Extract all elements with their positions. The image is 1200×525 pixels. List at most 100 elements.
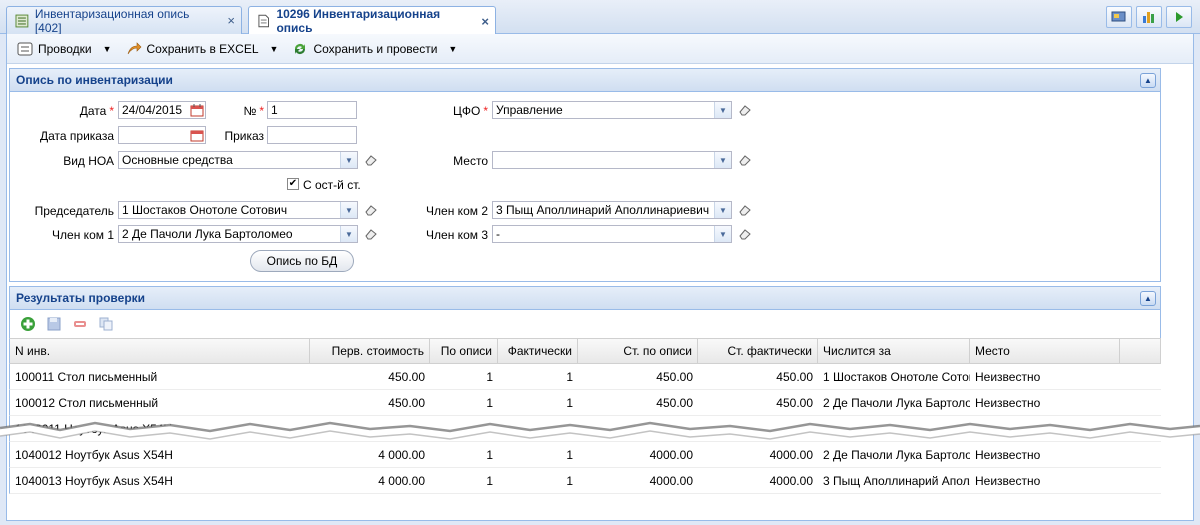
delete-icon[interactable] bbox=[72, 316, 88, 332]
tab-inventory-document[interactable]: 10296 Инвентаризационная опись × bbox=[248, 6, 496, 35]
member3-label: Член ком 3 bbox=[426, 228, 488, 242]
table-row[interactable]: 100012 Стол письменный 450.00 1 1 450.00 450.… bbox=[9, 390, 1161, 416]
date-label: Дата * bbox=[79, 104, 114, 118]
table-cell: 1040013 Ноутбук Asus X54H bbox=[15, 473, 173, 488]
date-field[interactable]: 24/04/2015 bbox=[118, 101, 206, 119]
col-assigned-to[interactable]: Числится за bbox=[818, 339, 970, 363]
list-icon bbox=[15, 14, 29, 27]
postings-label: Проводки bbox=[38, 41, 92, 56]
opis-by-db-button[interactable]: Опись по БД bbox=[250, 250, 354, 272]
table-row[interactable]: 1040013 Ноутбук Asus X54H 4 000.00 1 1 4000.… bbox=[9, 468, 1161, 494]
noa-label: Вид НОА bbox=[63, 154, 114, 168]
table-cell: 1 bbox=[486, 473, 493, 488]
eraser-icon[interactable] bbox=[364, 204, 378, 216]
col-actual[interactable]: Фактически bbox=[498, 339, 578, 363]
save-post-label: Сохранить и провести bbox=[313, 41, 438, 56]
eraser-icon[interactable] bbox=[738, 154, 752, 166]
close-icon[interactable]: × bbox=[227, 13, 235, 28]
col-cost-by-list[interactable]: Ст. по описи bbox=[578, 339, 698, 363]
chairman-combo[interactable]: 1 Шостаков Онотоле Сотович ▼ bbox=[118, 201, 358, 219]
chevron-down-icon[interactable]: ▼ bbox=[270, 44, 279, 54]
copy-icon[interactable] bbox=[98, 316, 114, 332]
table-cell: 1 Шостаков Онотоле Сотович bbox=[823, 369, 970, 384]
window-tools bbox=[1106, 6, 1192, 28]
save-excel-label: Сохранить в EXCEL bbox=[146, 41, 259, 56]
order-date-field[interactable] bbox=[118, 126, 206, 144]
table-cell: 1 bbox=[566, 395, 573, 410]
chevron-down-icon[interactable]: ▼ bbox=[103, 44, 112, 54]
number-field[interactable]: 1 bbox=[267, 101, 357, 119]
section-title: Опись по инвентаризации bbox=[16, 73, 173, 87]
table-cell: 1 bbox=[566, 369, 573, 384]
eraser-icon[interactable] bbox=[364, 228, 378, 240]
tab-label: 10296 Инвентаризационная опись bbox=[276, 7, 441, 35]
collapse-icon[interactable]: ▲ bbox=[1140, 291, 1156, 306]
postings-button[interactable]: Проводки ▼ bbox=[13, 39, 116, 59]
bar-chart-icon bbox=[1143, 12, 1154, 23]
section-header: Опись по инвентаризации ▲ bbox=[9, 68, 1161, 92]
with-balance-label: С ост-й ст. bbox=[303, 178, 361, 192]
export-arrow-icon bbox=[127, 41, 141, 54]
eraser-icon[interactable] bbox=[738, 228, 752, 240]
chevron-down-icon[interactable]: ▼ bbox=[714, 226, 731, 242]
table-cell: 3 Пыщ Аполлинарий Аполлинариевич bbox=[823, 473, 970, 488]
table-cell: 450.00 bbox=[776, 395, 813, 410]
save-post-button[interactable]: Сохранить и провести ▼ bbox=[288, 39, 461, 59]
report-button[interactable] bbox=[1136, 6, 1162, 28]
calendar-icon[interactable] bbox=[188, 102, 205, 118]
table-cell: 2 Де Пачоли Лука Бартоломео bbox=[823, 395, 970, 410]
save-icon[interactable] bbox=[46, 316, 62, 332]
collapse-icon[interactable]: ▲ bbox=[1140, 73, 1156, 88]
place-combo[interactable]: ▼ bbox=[492, 151, 732, 169]
chevron-down-icon[interactable]: ▼ bbox=[714, 152, 731, 168]
form-area: Дата * 24/04/2015 № * 1 ЦФО * Управление ▼ … bbox=[9, 92, 1161, 282]
table-cell: 100011 Стол письменный bbox=[15, 369, 158, 384]
col-cost-actual[interactable]: Ст. фактически bbox=[698, 339, 818, 363]
order-field[interactable] bbox=[267, 126, 357, 144]
noa-combo[interactable]: Основные средства ▼ bbox=[118, 151, 358, 169]
table-cell: 4000.00 bbox=[649, 473, 693, 488]
table-cell: 1 bbox=[486, 369, 493, 384]
with-balance-checkbox[interactable]: ✔ bbox=[287, 178, 299, 190]
cfo-combo[interactable]: Управление ▼ bbox=[492, 101, 732, 119]
table-cell: 450.00 bbox=[776, 369, 813, 384]
chevron-down-icon[interactable]: ▼ bbox=[714, 202, 731, 218]
screen-button[interactable] bbox=[1106, 6, 1132, 28]
save-excel-button[interactable]: Сохранить в EXCEL ▼ bbox=[122, 39, 283, 59]
member3-combo[interactable]: - ▼ bbox=[492, 225, 732, 243]
close-icon[interactable]: × bbox=[481, 14, 489, 29]
chevron-down-icon[interactable]: ▼ bbox=[340, 226, 357, 242]
ledger-icon bbox=[17, 42, 33, 55]
place-label: Место bbox=[453, 154, 488, 168]
add-icon[interactable] bbox=[20, 316, 36, 332]
cfo-label: ЦФО * bbox=[452, 104, 488, 118]
table-cell: 450.00 bbox=[388, 369, 425, 384]
eraser-icon[interactable] bbox=[738, 204, 752, 216]
run-button[interactable] bbox=[1166, 6, 1192, 28]
table-cell: 100012 Стол письменный bbox=[15, 395, 159, 410]
chevron-down-icon[interactable]: ▼ bbox=[448, 44, 457, 54]
tab-inventory-list[interactable]: Инвентаризационная опись [402] × bbox=[6, 6, 242, 35]
eraser-icon[interactable] bbox=[364, 154, 378, 166]
col-place[interactable]: Место bbox=[970, 339, 1120, 363]
table-cell: 1 bbox=[486, 395, 493, 410]
section-title: Результаты проверки bbox=[16, 291, 146, 305]
table-row[interactable]: 100011 Стол письменный 450.00 1 1 450.00 450.… bbox=[9, 364, 1161, 390]
member1-combo[interactable]: 2 Де Пачоли Лука Бартоломео ▼ bbox=[118, 225, 358, 243]
chevron-down-icon[interactable]: ▼ bbox=[340, 202, 357, 218]
play-icon bbox=[1176, 12, 1183, 22]
monitor-icon bbox=[1111, 11, 1126, 22]
order-label: Приказ bbox=[224, 129, 264, 143]
calendar-icon[interactable] bbox=[188, 127, 205, 143]
tab-strip: Инвентаризационная опись [402] × 10296 И… bbox=[0, 0, 1200, 35]
table-cell: Неизвестно bbox=[975, 473, 1041, 488]
chevron-down-icon[interactable]: ▼ bbox=[340, 152, 357, 168]
col-initial-cost[interactable]: Перв. стоимость bbox=[310, 339, 430, 363]
col-by-list[interactable]: По описи bbox=[430, 339, 498, 363]
number-label: № * bbox=[243, 104, 264, 118]
eraser-icon[interactable] bbox=[738, 104, 752, 116]
table-cell: 450.00 bbox=[388, 395, 425, 410]
col-inv-number[interactable]: N инв. bbox=[10, 339, 310, 363]
chevron-down-icon[interactable]: ▼ bbox=[714, 102, 731, 118]
member2-combo[interactable]: 3 Пыщ Аполлинарий Аполлинариевич ▼ bbox=[492, 201, 732, 219]
